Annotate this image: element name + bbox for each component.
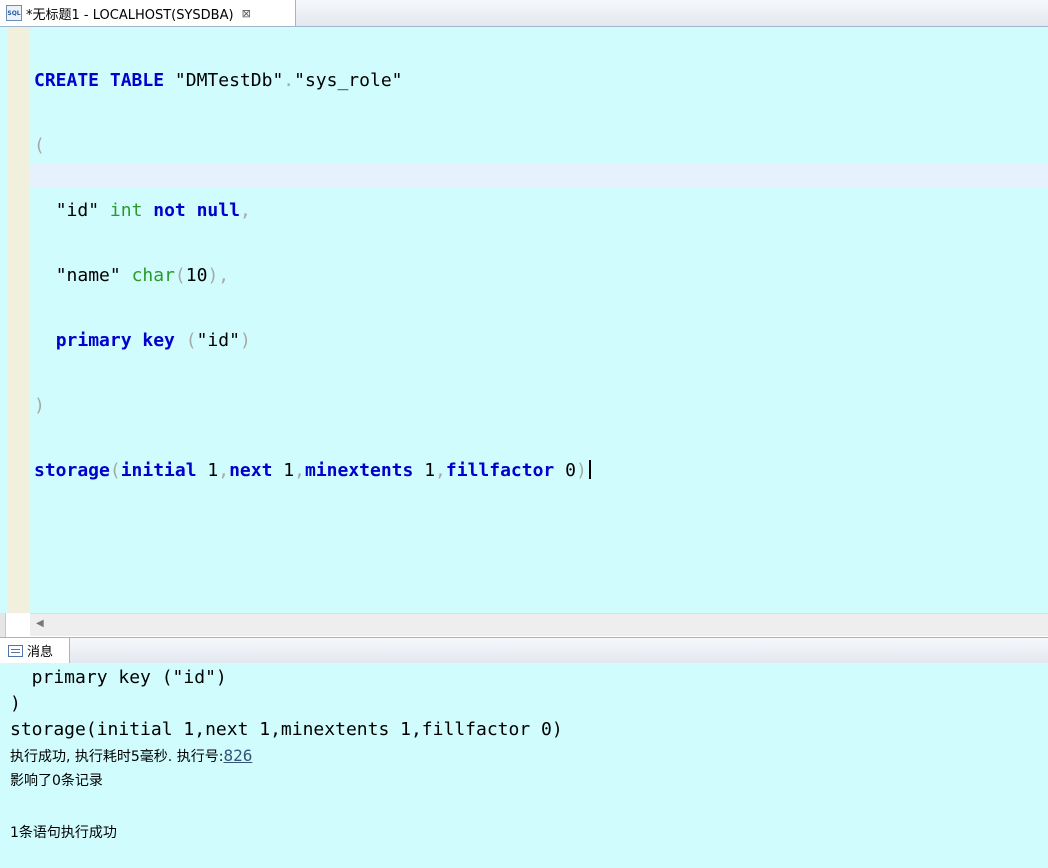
sql-file-icon: SQL xyxy=(6,5,22,21)
value-fillfactor: 0 xyxy=(554,460,576,481)
horizontal-scrollbar[interactable]: ◀ xyxy=(30,613,1048,636)
table-name: "sys_role" xyxy=(294,70,403,91)
punct-comma: , xyxy=(294,460,305,481)
code-line-4: "name" char(10), xyxy=(34,264,591,287)
affected-rows: 影响了0条记录 xyxy=(10,773,103,789)
punct-comma: , xyxy=(218,460,230,481)
scroll-left-icon[interactable]: ◀ xyxy=(36,618,44,629)
column-id: "id" xyxy=(55,200,100,221)
punct-close-paren: ) xyxy=(575,460,587,481)
punct-comma: , xyxy=(239,200,251,221)
code-line-7: storage(initial 1,next 1,minextents 1,fi… xyxy=(34,459,591,482)
punct-open-paren: ( xyxy=(185,330,197,351)
keyword-storage: storage xyxy=(34,460,110,481)
editor-tab-title: *无标题1 - LOCALHOST(SYSDBA) xyxy=(26,7,234,23)
punct-open-paren: ( xyxy=(109,460,121,481)
execution-id-link[interactable]: 826 xyxy=(223,746,252,765)
punct-dot: . xyxy=(283,70,295,91)
value-initial: 1 xyxy=(196,460,219,481)
value-minextents: 1 xyxy=(413,460,436,481)
execution-status-text: 执行成功, 执行耗时5毫秒. 执行号: xyxy=(10,749,224,765)
keyword-not-null: not null xyxy=(153,200,240,221)
message-sql-line-1: primary key ("id") xyxy=(10,667,227,688)
messages-panel: primary key ("id") ) storage(initial 1,n… xyxy=(0,663,1048,868)
code-line-6: ) xyxy=(34,394,591,417)
editor-tab[interactable]: SQL *无标题1 - LOCALHOST(SYSDBA) ⊠ xyxy=(0,0,296,26)
editor-tab-bar: SQL *无标题1 - LOCALHOST(SYSDBA) ⊠ xyxy=(0,0,1048,27)
tab-messages[interactable]: 消息 xyxy=(0,638,70,663)
keyword-initial: initial xyxy=(120,460,197,481)
execution-summary: 1条语句执行成功 xyxy=(10,825,117,841)
code-line-5: primary key ("id") xyxy=(34,329,591,352)
punct-close-paren: ) xyxy=(34,395,45,416)
code-line-2: ( xyxy=(34,134,591,157)
type-char: char xyxy=(131,265,175,286)
keyword-minextents: minextents xyxy=(304,460,414,481)
message-sql-line-3: storage(initial 1,next 1,minextents 1,fi… xyxy=(10,719,563,740)
keyword-create: CREATE xyxy=(34,70,100,91)
punct-close-paren: ) xyxy=(207,265,219,286)
type-int: int xyxy=(109,200,143,221)
execution-status: 执行成功, 执行耗时5毫秒. 执行号:826 xyxy=(10,746,252,767)
schema-name: "DMTestDb" xyxy=(174,70,284,91)
punct-comma: , xyxy=(218,265,230,286)
punct-close-paren: ) xyxy=(239,330,251,351)
char-length: 10 xyxy=(185,265,208,286)
message-sql-line-2: ) xyxy=(10,693,21,714)
keyword-next: next xyxy=(229,460,273,481)
code-line-1: CREATE TABLE "DMTestDb"."sys_role" xyxy=(34,69,591,92)
column-name: "name" xyxy=(55,265,121,286)
close-icon[interactable]: ⊠ xyxy=(242,7,251,20)
sql-code[interactable]: CREATE TABLE "DMTestDb"."sys_role" ( "id… xyxy=(34,27,591,503)
keyword-fillfactor: fillfactor xyxy=(445,460,555,481)
message-icon xyxy=(8,644,23,657)
messages-tab-bar: 消息 xyxy=(0,637,1048,664)
tab-messages-label: 消息 xyxy=(27,645,54,660)
punct-comma: , xyxy=(435,460,446,481)
keyword-table: TABLE xyxy=(109,70,165,91)
keyword-primary-key: primary key xyxy=(55,330,175,351)
code-line-3: "id" int not null, xyxy=(34,199,591,222)
punct-open-paren: ( xyxy=(34,135,45,156)
text-caret xyxy=(588,460,591,479)
punct-open-paren: ( xyxy=(174,265,186,286)
editor-gutter xyxy=(7,27,29,613)
value-next: 1 xyxy=(272,460,295,481)
pk-column: "id" xyxy=(196,330,240,351)
